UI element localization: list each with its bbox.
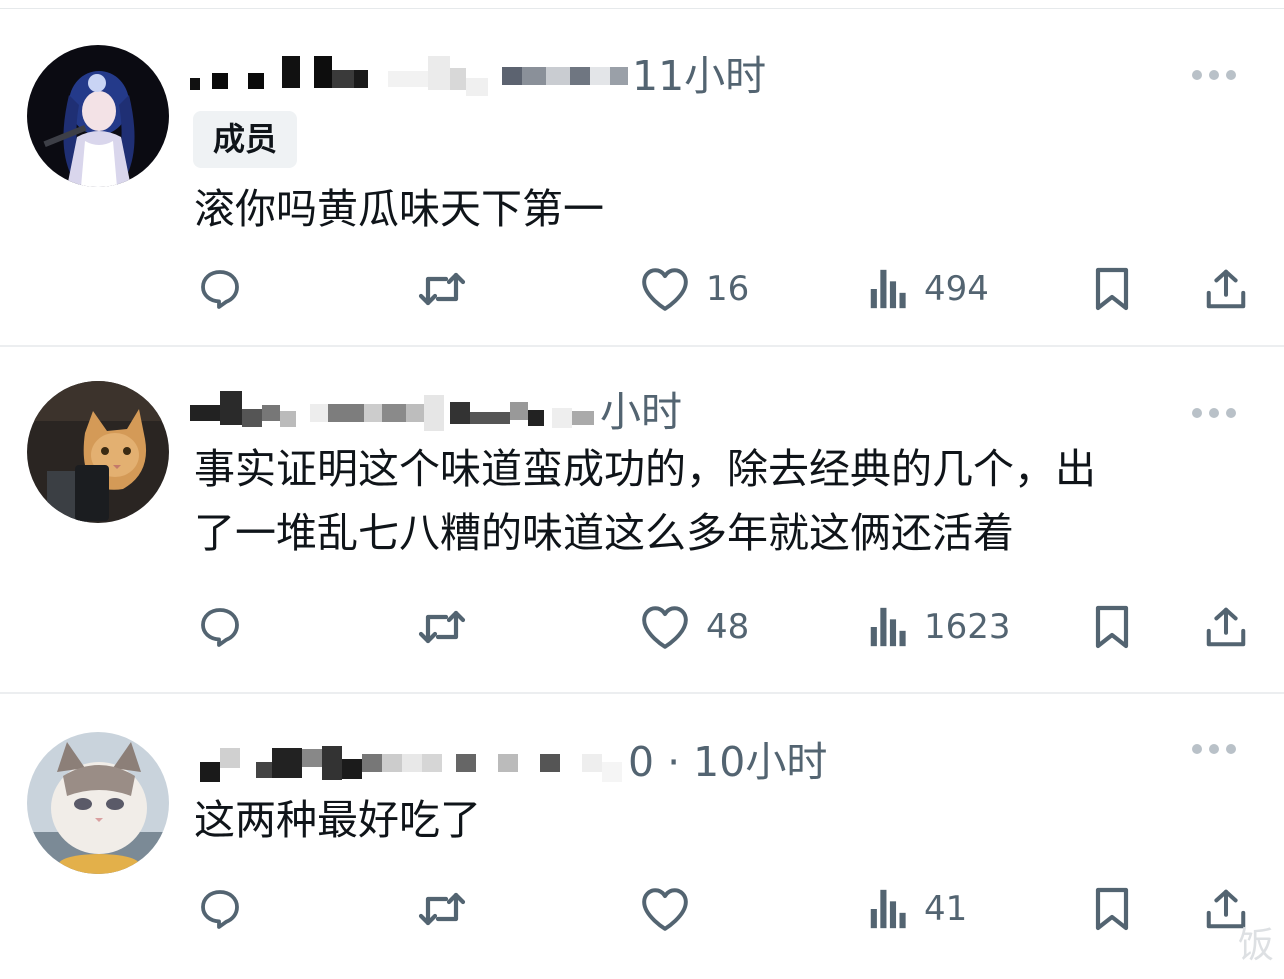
post-text: 滚你吗黄瓜味天下第一 (194, 177, 604, 241)
post-text-line: 事实证明这个味道蛮成功的，除去经典的几个，出 (194, 445, 1096, 493)
blurred-username[interactable] (190, 42, 632, 102)
retweet-button[interactable] (416, 259, 468, 319)
timestamp: 0 · 10小时 (628, 738, 828, 786)
avatar[interactable] (27, 45, 169, 187)
views-icon (868, 266, 908, 312)
share-button[interactable] (1203, 259, 1249, 319)
reply-post[interactable]: 小时 事实证明这个味道蛮成功的，除去经典的几个，出 了一堆乱七八糟的味道这么多年… (0, 347, 1284, 694)
reply-icon (196, 603, 244, 651)
like-count: 16 (706, 269, 750, 309)
share-icon (1203, 603, 1249, 651)
views-count: 41 (924, 889, 968, 929)
share-icon (1203, 265, 1249, 313)
bookmark-button[interactable] (1092, 259, 1132, 319)
bookmark-button[interactable] (1092, 597, 1132, 657)
post-text-line: 这两种最好吃了 (194, 796, 481, 844)
retweet-icon (416, 885, 468, 933)
post-header: 小时 (190, 378, 1204, 438)
reply-button[interactable] (196, 259, 244, 319)
blurred-username[interactable] (190, 378, 600, 438)
more-icon[interactable] (1192, 742, 1236, 756)
heart-icon (640, 266, 690, 312)
timestamp: 小时 (600, 388, 682, 436)
retweet-button[interactable] (416, 597, 468, 657)
views-icon (868, 604, 908, 650)
reply-button[interactable] (196, 597, 244, 657)
views-button[interactable]: 41 (868, 879, 967, 939)
action-bar: 41 (0, 879, 1284, 939)
post-text-line: 了一堆乱七八糟的味道这么多年就这俩还活着 (194, 509, 1014, 557)
reply-post[interactable]: 0 · 10小时 这两种最好吃了 41 饭 (0, 694, 1284, 979)
avatar[interactable] (27, 732, 169, 874)
blurred-username[interactable] (190, 728, 628, 788)
post-text: 这两种最好吃了 (194, 788, 481, 852)
reply-button[interactable] (196, 879, 244, 939)
avatar[interactable] (27, 381, 169, 523)
like-button[interactable] (640, 879, 690, 939)
reply-icon (196, 885, 244, 933)
post-header: 0 · 10小时 (190, 728, 1204, 788)
action-bar: 48 1623 (0, 597, 1284, 657)
bookmark-icon (1092, 265, 1132, 313)
top-divider (0, 0, 1284, 9)
bookmark-icon (1092, 603, 1132, 651)
like-count: 48 (706, 607, 750, 647)
action-bar: 16 494 (0, 259, 1284, 319)
more-icon[interactable] (1192, 68, 1236, 82)
views-icon (868, 886, 908, 932)
post-text: 事实证明这个味道蛮成功的，除去经典的几个，出 了一堆乱七八糟的味道这么多年就这俩… (194, 437, 1096, 565)
bookmark-button[interactable] (1092, 879, 1132, 939)
post-text-line: 滚你吗黄瓜味天下第一 (194, 185, 604, 233)
views-count: 1623 (924, 607, 1011, 647)
heart-icon (640, 604, 690, 650)
bookmark-icon (1092, 885, 1132, 933)
heart-icon (640, 886, 690, 932)
retweet-button[interactable] (416, 879, 468, 939)
share-button[interactable] (1203, 597, 1249, 657)
retweet-icon (416, 603, 468, 651)
like-button[interactable]: 16 (640, 259, 749, 319)
views-button[interactable]: 494 (868, 259, 989, 319)
like-button[interactable]: 48 (640, 597, 749, 657)
watermark: 饭 (1238, 925, 1275, 966)
views-button[interactable]: 1623 (868, 597, 1011, 657)
reply-post[interactable]: 11小时 成员 滚你吗黄瓜味天下第一 16 494 (0, 9, 1284, 347)
member-badge: 成员 (193, 111, 298, 168)
reply-icon (196, 265, 244, 313)
more-icon[interactable] (1192, 406, 1236, 420)
post-header: 11小时 (190, 42, 1204, 102)
retweet-icon (416, 265, 468, 313)
views-count: 494 (924, 269, 989, 309)
timestamp: 11小时 (632, 52, 767, 100)
